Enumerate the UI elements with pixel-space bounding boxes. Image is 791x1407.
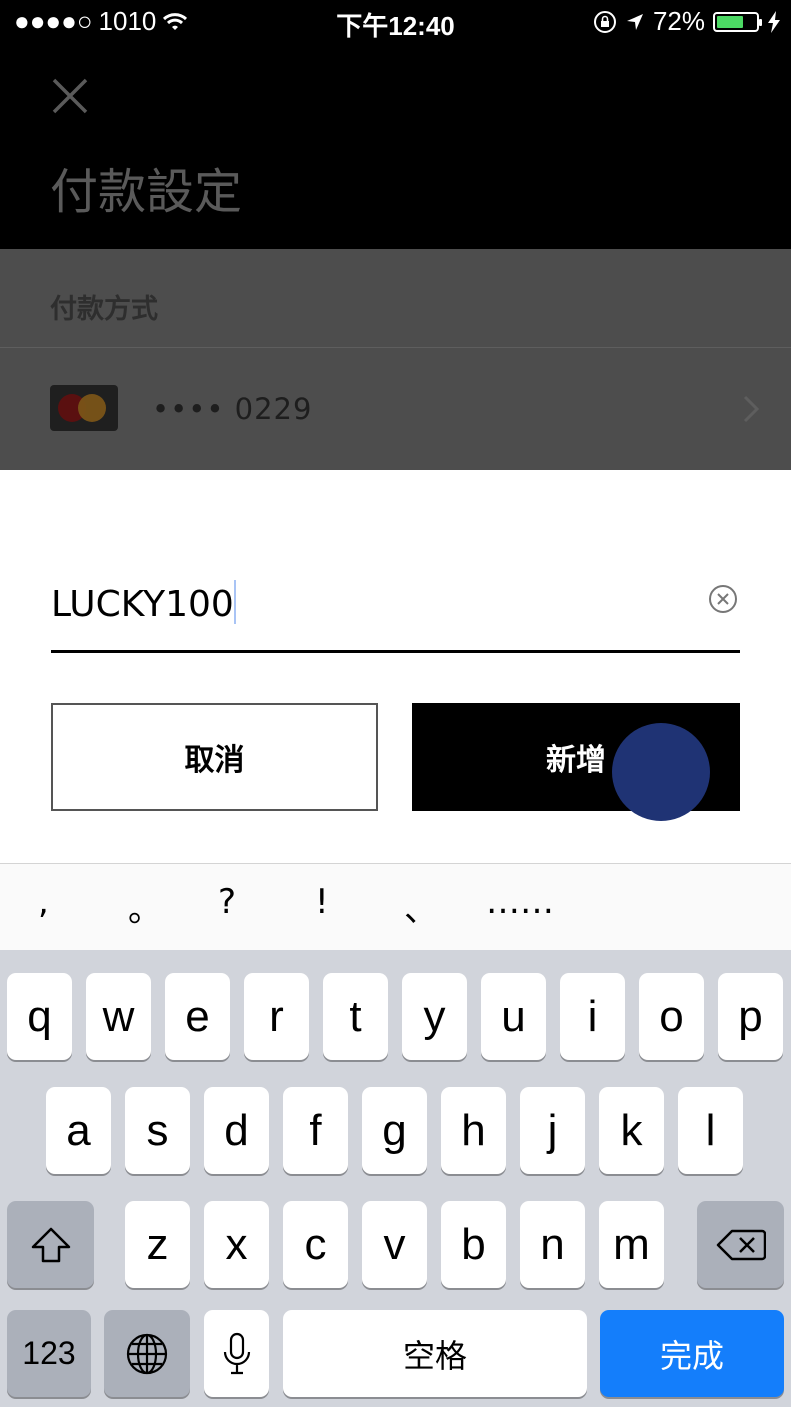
status-bar: ●●●●○ 1010 下午12:40 72% [0,0,791,44]
touch-indicator [612,723,710,821]
orientation-lock-icon [593,10,616,33]
clear-input-icon[interactable] [708,584,738,614]
promo-code-value: LUCKY100 [51,584,234,625]
payment-card-row[interactable]: •••• 0229 [0,348,791,470]
key-k[interactable]: k [599,1087,664,1174]
battery-percentage: 72% [652,6,705,36]
globe-key[interactable] [104,1310,190,1397]
suggestion-comma[interactable]: , [38,882,49,922]
key-q[interactable]: q [7,973,72,1060]
globe-icon [126,1333,168,1374]
key-v[interactable]: v [362,1201,427,1288]
chevron-right-icon [743,395,760,423]
key-y[interactable]: y [402,973,467,1060]
battery-icon [713,11,762,32]
app-header: 付款設定 [0,44,791,249]
shift-arrow-icon [31,1227,70,1262]
card-number: •••• 0229 [152,392,313,426]
keyboard: q w e r t y u i o p a s d f g h j k l z … [0,950,791,1407]
key-t[interactable]: t [323,973,388,1060]
key-d[interactable]: d [204,1087,269,1174]
key-b[interactable]: b [441,1201,506,1288]
key-a[interactable]: a [46,1087,111,1174]
suggestion-period[interactable]: 。 [128,882,162,931]
mastercard-icon [50,385,118,431]
done-key[interactable]: 完成 [600,1310,784,1397]
microphone-icon [223,1332,250,1374]
text-cursor [233,580,236,624]
key-g[interactable]: g [362,1087,427,1174]
payment-settings-list: 付款方式 •••• 0229 [0,249,791,470]
page-title: 付款設定 [50,164,243,220]
key-u[interactable]: u [481,973,546,1060]
promo-code-input[interactable]: LUCKY100 [51,570,740,653]
key-c[interactable]: c [283,1201,348,1288]
key-s[interactable]: s [125,1087,190,1174]
key-z[interactable]: z [125,1201,190,1288]
payment-methods-heading: 付款方式 [50,294,158,325]
close-icon[interactable] [50,76,90,116]
suggestion-enumeration-comma[interactable]: 、 [404,882,438,931]
key-o[interactable]: o [639,973,704,1060]
key-n[interactable]: n [520,1201,585,1288]
backspace-key[interactable] [697,1201,784,1288]
backspace-icon [716,1229,766,1260]
key-x[interactable]: x [204,1201,269,1288]
key-m[interactable]: m [599,1201,664,1288]
battery-level [717,15,744,28]
suggestion-exclamation[interactable]: ! [315,882,329,922]
key-f[interactable]: f [283,1087,348,1174]
numbers-key[interactable]: 123 [7,1310,91,1397]
key-e[interactable]: e [165,973,230,1060]
key-i[interactable]: i [560,973,625,1060]
key-p[interactable]: p [718,973,783,1060]
suggestion-question[interactable]: ? [218,882,236,922]
cancel-button[interactable]: 取消 [51,703,378,811]
key-r[interactable]: r [244,973,309,1060]
key-h[interactable]: h [441,1087,506,1174]
punctuation-suggestion-bar: , 。 ? ! 、 …… [0,863,791,951]
space-key[interactable]: 空格 [283,1310,587,1397]
key-j[interactable]: j [520,1087,585,1174]
shift-key[interactable] [7,1201,94,1288]
suggestion-ellipsis[interactable]: …… [486,882,554,922]
key-w[interactable]: w [86,973,151,1060]
charging-icon [768,10,780,33]
key-l[interactable]: l [678,1087,743,1174]
location-arrow-icon [626,13,643,30]
microphone-key[interactable] [204,1310,269,1397]
